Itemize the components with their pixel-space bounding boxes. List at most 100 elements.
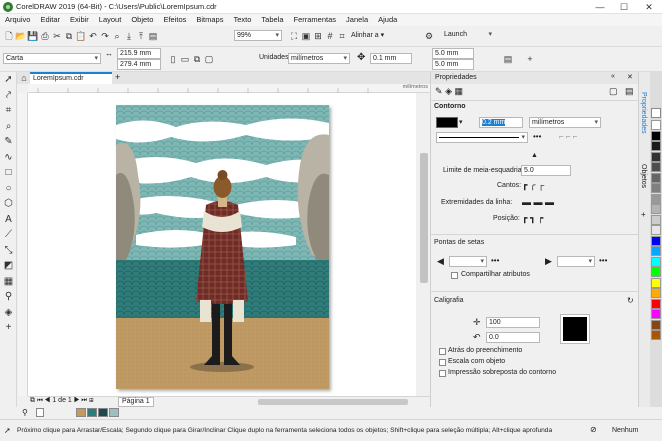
palette-swatch[interactable] (651, 151, 661, 162)
add-icon[interactable]: + (524, 53, 536, 65)
no-color-swatch[interactable] (651, 108, 661, 118)
add-page-button[interactable]: ⊞ (89, 397, 93, 404)
cut-icon[interactable]: ✂ (51, 30, 63, 42)
freehand-tool-icon[interactable]: ✎ (0, 134, 17, 150)
docker-page-icon[interactable]: ▢ (609, 86, 618, 97)
vertical-ruler[interactable] (18, 93, 28, 396)
first-page-button[interactable]: ⏮ (37, 397, 43, 404)
palette-swatch[interactable] (651, 256, 661, 267)
menu-efeitos[interactable]: Efeitos (158, 14, 191, 26)
palette-swatch[interactable] (651, 141, 661, 151)
zoom-level-dropdown[interactable]: 99% (234, 30, 282, 41)
overprint-checkbox[interactable] (439, 370, 446, 377)
menu-editar[interactable]: Editar (35, 14, 65, 26)
shape-tool-icon[interactable]: ⤤ (0, 88, 17, 104)
miter-corner-icon[interactable]: ┏ (522, 180, 527, 190)
new-document-icon[interactable]: 🗋 (3, 30, 15, 42)
menu-exibir[interactable]: Exibir (65, 14, 94, 26)
prev-page-button[interactable]: ◀ (45, 397, 51, 404)
eyedropper-tool-icon[interactable]: ⚲ (0, 289, 17, 305)
fill-tab-icon[interactable]: ◈ (445, 86, 452, 96)
export-icon[interactable]: ⤒ (135, 30, 147, 42)
settings-gear-icon[interactable]: ⚙ (423, 30, 435, 42)
more-options-icon[interactable]: ••• (533, 132, 541, 141)
add-tab-button[interactable]: + (115, 72, 120, 82)
rectangle-tool-icon[interactable]: □ (0, 165, 17, 181)
close-button[interactable]: ✕ (637, 0, 661, 14)
menu-layout[interactable]: Layout (94, 14, 127, 26)
line-style-dropdown[interactable] (436, 132, 528, 143)
scale-with-object-checkbox[interactable] (439, 359, 446, 366)
text-tool-icon[interactable]: A (0, 212, 17, 228)
outline-tab-icon[interactable]: ✎ (435, 86, 443, 96)
search-content-icon[interactable]: ⌕ (111, 30, 123, 42)
page-width-field[interactable]: 215.9 mm (117, 48, 161, 59)
palette-swatch[interactable] (651, 120, 661, 130)
angle-field[interactable]: 0.0 (486, 332, 540, 343)
portrait-icon[interactable]: ▯ (167, 53, 179, 65)
stretch-field[interactable]: 100 (486, 317, 540, 328)
print-icon[interactable]: ⎙ (39, 30, 51, 42)
docker-collapse-icon[interactable]: « (611, 73, 615, 80)
document-palette-icon[interactable]: ⚲ (22, 408, 28, 417)
objects-dock-tab[interactable]: Objetos (640, 164, 647, 188)
import-icon[interactable]: ⤓ (123, 30, 135, 42)
pick-tool-icon[interactable]: ➚ (0, 72, 17, 88)
palette-swatch[interactable] (651, 319, 661, 330)
square-cap-icon[interactable]: ▬ (545, 197, 554, 207)
parallel-dimension-icon[interactable]: ⟋ (0, 227, 17, 243)
palette-swatch[interactable] (651, 235, 661, 246)
illustration-artwork[interactable] (116, 105, 329, 389)
center-position-icon[interactable]: ┓ (530, 213, 535, 223)
vertical-scrollbar[interactable] (418, 93, 430, 396)
palette-swatch[interactable] (651, 298, 661, 309)
palette-swatch[interactable] (651, 172, 661, 183)
ellipse-tool-icon[interactable]: ○ (0, 181, 17, 197)
duplicate-y-field[interactable]: 5.0 mm (432, 59, 474, 70)
page-tab[interactable]: Página 1 (118, 397, 154, 407)
palette-swatch[interactable] (651, 277, 661, 288)
polygon-tool-icon[interactable]: ⬡ (0, 196, 17, 212)
inside-position-icon[interactable]: ┍ (538, 213, 543, 223)
palette-swatch[interactable] (651, 204, 661, 214)
expand-arrow-icon[interactable]: ▲ (531, 152, 538, 159)
artistic-media-icon[interactable]: ∿ (0, 150, 17, 166)
zoom-fit-icon[interactable]: ⛶ (288, 30, 300, 42)
doc-palette-swatch[interactable] (76, 408, 86, 417)
add-docker-icon[interactable]: + (641, 210, 646, 219)
share-attributes-checkbox[interactable] (451, 272, 458, 279)
align-snap-dropdown[interactable]: Alinhar a ▾ (351, 31, 384, 39)
next-page-button[interactable]: ▶ (74, 397, 80, 404)
palette-swatch[interactable] (651, 309, 661, 319)
properties-dock-tab[interactable]: Propriedades (640, 92, 647, 134)
guidelines-icon[interactable]: ⌗ (336, 30, 348, 42)
open-folder-icon[interactable]: 📂 (15, 30, 27, 42)
save-icon[interactable]: 💾 (27, 30, 39, 42)
document-page[interactable] (116, 105, 329, 389)
launch-dropdown[interactable]: Launch (442, 30, 494, 41)
nudge-distance-field[interactable]: 0.1 mm (370, 53, 412, 64)
outline-width-field[interactable]: 0.2 mm (479, 117, 523, 128)
menu-ferramentas[interactable]: Ferramentas (289, 14, 342, 26)
palette-swatch[interactable] (651, 193, 661, 204)
page-options-icon[interactable]: ▤ (502, 53, 514, 65)
menu-objeto[interactable]: Objeto (126, 14, 158, 26)
palette-swatch[interactable] (651, 130, 661, 141)
document-tab[interactable]: LoremIpsum.cdr (30, 72, 112, 84)
maximize-button[interactable]: ☐ (612, 0, 636, 14)
palette-swatch[interactable] (651, 183, 661, 193)
page-height-field[interactable]: 279.4 mm (117, 59, 161, 70)
horizontal-scroll-thumb[interactable] (258, 399, 408, 405)
palette-swatch[interactable] (651, 246, 661, 256)
menu-ajuda[interactable]: Ajuda (373, 14, 402, 26)
docker-close-icon[interactable]: ✕ (627, 73, 633, 81)
landscape-icon[interactable]: ▭ (179, 53, 191, 65)
menu-tabela[interactable]: Tabela (256, 14, 288, 26)
connector-tool-icon[interactable]: ⤡ (0, 243, 17, 259)
transparency-tab-icon[interactable]: ▦ (455, 86, 464, 96)
menu-janela[interactable]: Janela (341, 14, 373, 26)
menu-texto[interactable]: Texto (228, 14, 256, 26)
outline-color-dropdown[interactable]: ▾ (459, 118, 463, 126)
rulers-icon[interactable]: ⊞ (312, 30, 324, 42)
units-dropdown[interactable]: milímetros (288, 53, 350, 64)
